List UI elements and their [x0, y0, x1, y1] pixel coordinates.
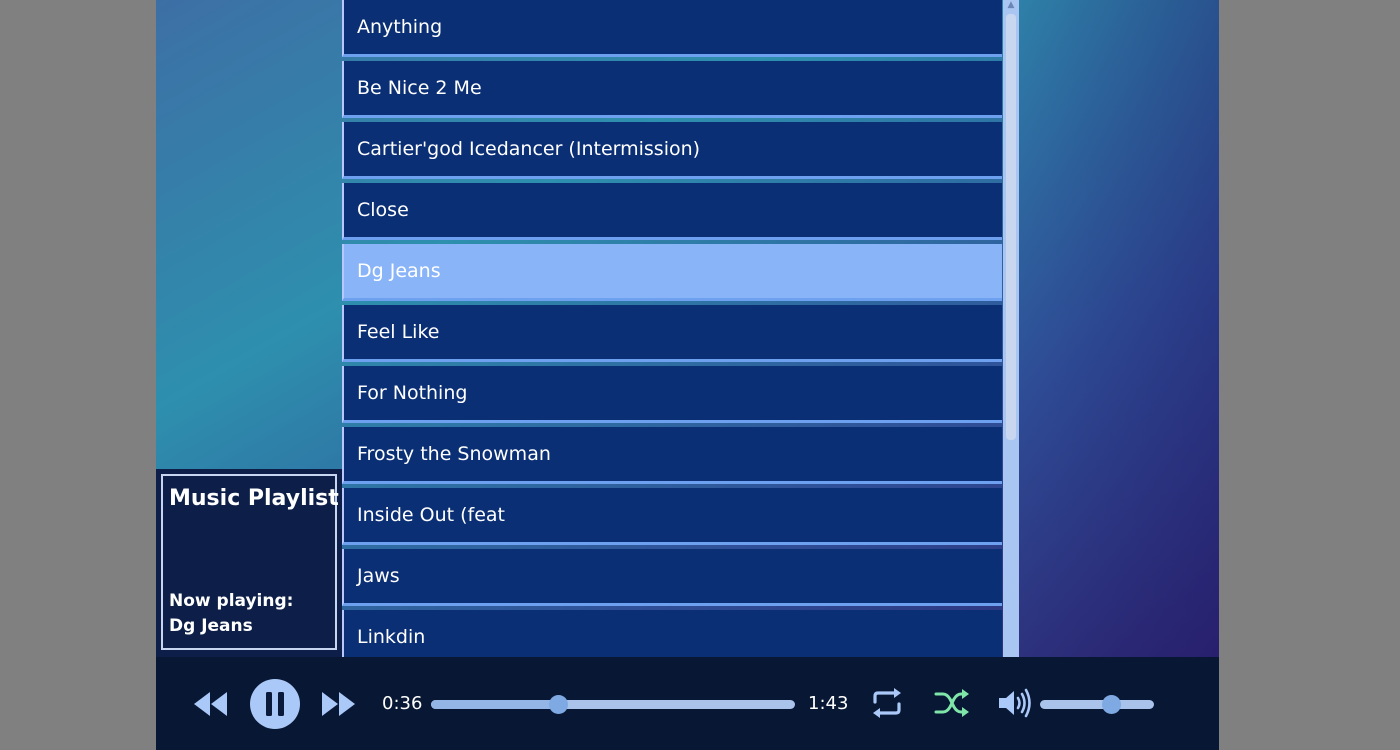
shuffle-icon [934, 689, 969, 717]
volume-thumb[interactable] [1101, 695, 1121, 714]
playlist-track[interactable]: Cartier'god Icedancer (Intermission) [342, 122, 1002, 179]
player-controls: 0:36 1:43 [156, 657, 1219, 750]
track-list: Anything Be Nice 2 Me Cartier'god Icedance… [342, 0, 1002, 657]
now-playing-label: Now playing: [169, 591, 294, 611]
info-panel-frame: Music Playlist Now playing: Dg Jeans [161, 474, 339, 650]
music-player-app: Anything Be Nice 2 Me Cartier'god Icedance… [156, 0, 1219, 750]
playlist-track[interactable]: Inside Out (feat [342, 488, 1002, 545]
playlist-track[interactable]: Feel Like [342, 305, 1002, 362]
repeat-button[interactable] [869, 686, 905, 720]
volume-button[interactable] [997, 687, 1033, 719]
scroll-up-icon[interactable]: ▲ [1006, 0, 1016, 10]
track-title: Frosty the Snowman [357, 443, 551, 465]
playlist-track[interactable]: Dg Jeans [342, 244, 1002, 301]
playlist-track[interactable]: For Nothing [342, 366, 1002, 423]
track-title: Anything [357, 16, 443, 38]
playlist-scrollbar[interactable]: ▲ [1003, 0, 1019, 657]
playlist-track[interactable]: Be Nice 2 Me [342, 61, 1002, 118]
track-title: Be Nice 2 Me [357, 77, 482, 99]
repeat-icon [873, 688, 901, 718]
playlist[interactable]: Anything Be Nice 2 Me Cartier'god Icedance… [342, 0, 1002, 657]
track-title: Feel Like [357, 321, 440, 343]
volume-icon [999, 688, 1031, 718]
playlist-track[interactable]: Linkdin [342, 610, 1002, 657]
rewind-icon [194, 692, 227, 716]
track-title: Inside Out (feat [357, 504, 505, 526]
fast-forward-icon [322, 692, 355, 716]
info-panel: Music Playlist Now playing: Dg Jeans [156, 469, 342, 657]
progress-fill [431, 700, 559, 709]
now-playing-track: Dg Jeans [169, 616, 253, 636]
track-title: For Nothing [357, 382, 468, 404]
playlist-track[interactable]: Anything [342, 0, 1002, 57]
progress-thumb[interactable] [549, 695, 569, 714]
next-button[interactable] [319, 690, 357, 718]
previous-button[interactable] [192, 690, 230, 718]
progress-slider[interactable] [431, 695, 795, 714]
page-title: Music Playlist [169, 486, 339, 511]
track-title: Dg Jeans [357, 260, 441, 282]
playlist-track[interactable]: Jaws [342, 549, 1002, 606]
track-title: Cartier'god Icedancer (Intermission) [357, 138, 701, 160]
volume-slider[interactable] [1040, 695, 1154, 714]
total-time: 1:43 [808, 693, 849, 714]
play-pause-button[interactable] [250, 679, 300, 729]
scrollbar-thumb[interactable] [1006, 14, 1016, 440]
current-time: 0:36 [382, 693, 423, 714]
track-title: Linkdin [357, 626, 426, 648]
track-title: Close [357, 199, 409, 221]
pause-icon [266, 692, 284, 716]
shuffle-button[interactable] [934, 686, 970, 720]
playlist-track[interactable]: Frosty the Snowman [342, 427, 1002, 484]
playlist-track[interactable]: Close [342, 183, 1002, 240]
track-title: Jaws [357, 565, 400, 587]
